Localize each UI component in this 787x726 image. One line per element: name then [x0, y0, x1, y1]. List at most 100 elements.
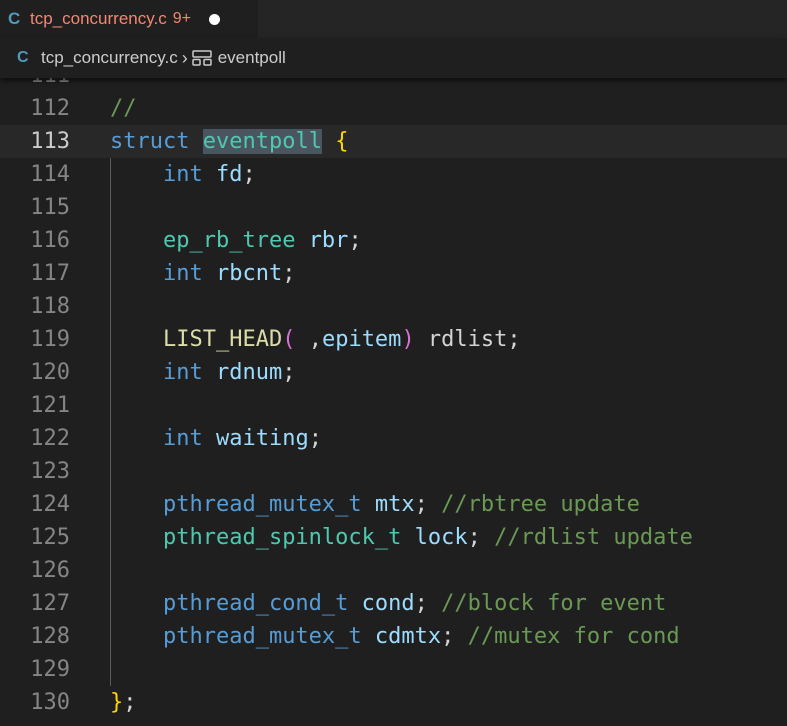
line-number: 123	[30, 459, 70, 484]
code-line[interactable]: 124 pthread_mutex_t mtx; //rbtree update	[0, 488, 787, 521]
line-number: 114	[30, 162, 70, 187]
code-line[interactable]: 127 pthread_cond_t cond; //block for eve…	[0, 587, 787, 620]
code-token: rbr	[308, 228, 349, 253]
code-line[interactable]: 130};	[0, 686, 787, 719]
code-line[interactable]: 129	[0, 653, 787, 686]
code-token: mtx	[374, 492, 415, 517]
code-token: cond	[361, 591, 415, 616]
code-token: struct	[110, 129, 190, 154]
code-line[interactable]: 112 //	[0, 92, 787, 125]
code-token: fd	[215, 162, 243, 187]
code-token: lock	[414, 525, 468, 550]
breadcrumb-symbol[interactable]: eventpoll	[218, 48, 286, 68]
code-token: LIST_HEAD	[162, 327, 283, 352]
line-code: pthread_mutex_t cdmtx; //mutex for cond	[110, 620, 680, 653]
code-token: )	[401, 327, 415, 352]
code-token: rdnum	[215, 360, 283, 385]
line-code: //	[110, 92, 137, 125]
code-token: int	[162, 261, 203, 286]
line-number: 115	[30, 195, 70, 220]
line-number: 112	[30, 96, 70, 121]
code-line[interactable]: 117 int rbcnt;	[0, 257, 787, 290]
code-line[interactable]: 120 int rdnum;	[0, 356, 787, 389]
line-code: ep_rb_tree rbr;	[110, 224, 362, 257]
code-token: epitem	[321, 327, 402, 352]
line-code: };	[110, 686, 137, 719]
code-token: ;	[414, 492, 442, 517]
code-token: ;	[348, 228, 362, 253]
line-number: 129	[30, 657, 70, 682]
code-line[interactable]: 115	[0, 191, 787, 224]
code-token: }	[110, 690, 124, 715]
chevron-right-icon: ›	[181, 47, 188, 68]
code-line[interactable]: 126	[0, 554, 787, 587]
line-number: 121	[30, 393, 70, 418]
code-token: int	[162, 360, 203, 385]
line-number: 127	[30, 591, 70, 616]
line-number: 118	[30, 294, 70, 319]
code-token: waiting	[215, 426, 309, 451]
code-token: //rdlist update	[494, 525, 693, 550]
code-token: ;	[282, 261, 296, 286]
code-token: rdlist;	[414, 327, 521, 352]
code-token: cdmtx	[374, 624, 442, 649]
code-token: int	[162, 426, 203, 451]
line-number: 124	[30, 492, 70, 517]
code-token: pthread_spinlock_t	[162, 525, 402, 550]
code-token: ,	[295, 327, 322, 352]
code-token: ;	[282, 360, 296, 385]
code-token: ;	[242, 162, 256, 187]
code-line[interactable]: 122 int waiting;	[0, 422, 787, 455]
code-token: //mutex for cond	[467, 624, 680, 649]
code-token: int	[162, 162, 203, 187]
line-number: 119	[30, 327, 70, 352]
code-line[interactable]: 118	[0, 290, 787, 323]
breadcrumb-file[interactable]: tcp_concurrency.c	[41, 48, 178, 68]
code-token: rbcnt	[215, 261, 283, 286]
line-code: LIST_HEAD( ,epitem) rdlist;	[110, 323, 521, 356]
code-token: ;	[441, 624, 468, 649]
code-token: pthread_mutex_t	[162, 624, 362, 649]
c-file-icon: C	[17, 49, 29, 66]
code-line[interactable]: 116 ep_rb_tree rbr;	[0, 224, 787, 257]
code-token: //	[110, 96, 137, 121]
code-line[interactable]: 113 struct eventpoll {	[0, 125, 787, 158]
line-number: 130	[30, 690, 70, 715]
code-line[interactable]: 119 LIST_HEAD( ,epitem) rdlist;	[0, 323, 787, 356]
line-number: 113	[30, 129, 70, 154]
code-token: ;	[467, 525, 495, 550]
code-token: (	[282, 327, 296, 352]
code-line[interactable]: 121	[0, 389, 787, 422]
code-token: ep_rb_tree	[162, 228, 296, 253]
line-number: 125	[30, 525, 70, 550]
code-line[interactable]: 128 pthread_mutex_t cdmtx; //mutex for c…	[0, 620, 787, 653]
line-number: 128	[30, 624, 70, 649]
code-line[interactable]: 125 pthread_spinlock_t lock; //rdlist up…	[0, 521, 787, 554]
code-line[interactable]: 114 int fd;	[0, 158, 787, 191]
line-number: 117	[30, 261, 70, 286]
struct-icon	[191, 50, 212, 66]
line-code: pthread_mutex_t mtx; //rbtree update	[110, 488, 640, 521]
code-token: //block for event	[441, 591, 667, 616]
code-editor[interactable]: 111112//113struct eventpoll {114 int fd;…	[0, 0, 787, 726]
code-token: ;	[123, 690, 137, 715]
line-code: pthread_spinlock_t lock; //rdlist update	[110, 521, 693, 554]
code-line[interactable]: 123	[0, 455, 787, 488]
